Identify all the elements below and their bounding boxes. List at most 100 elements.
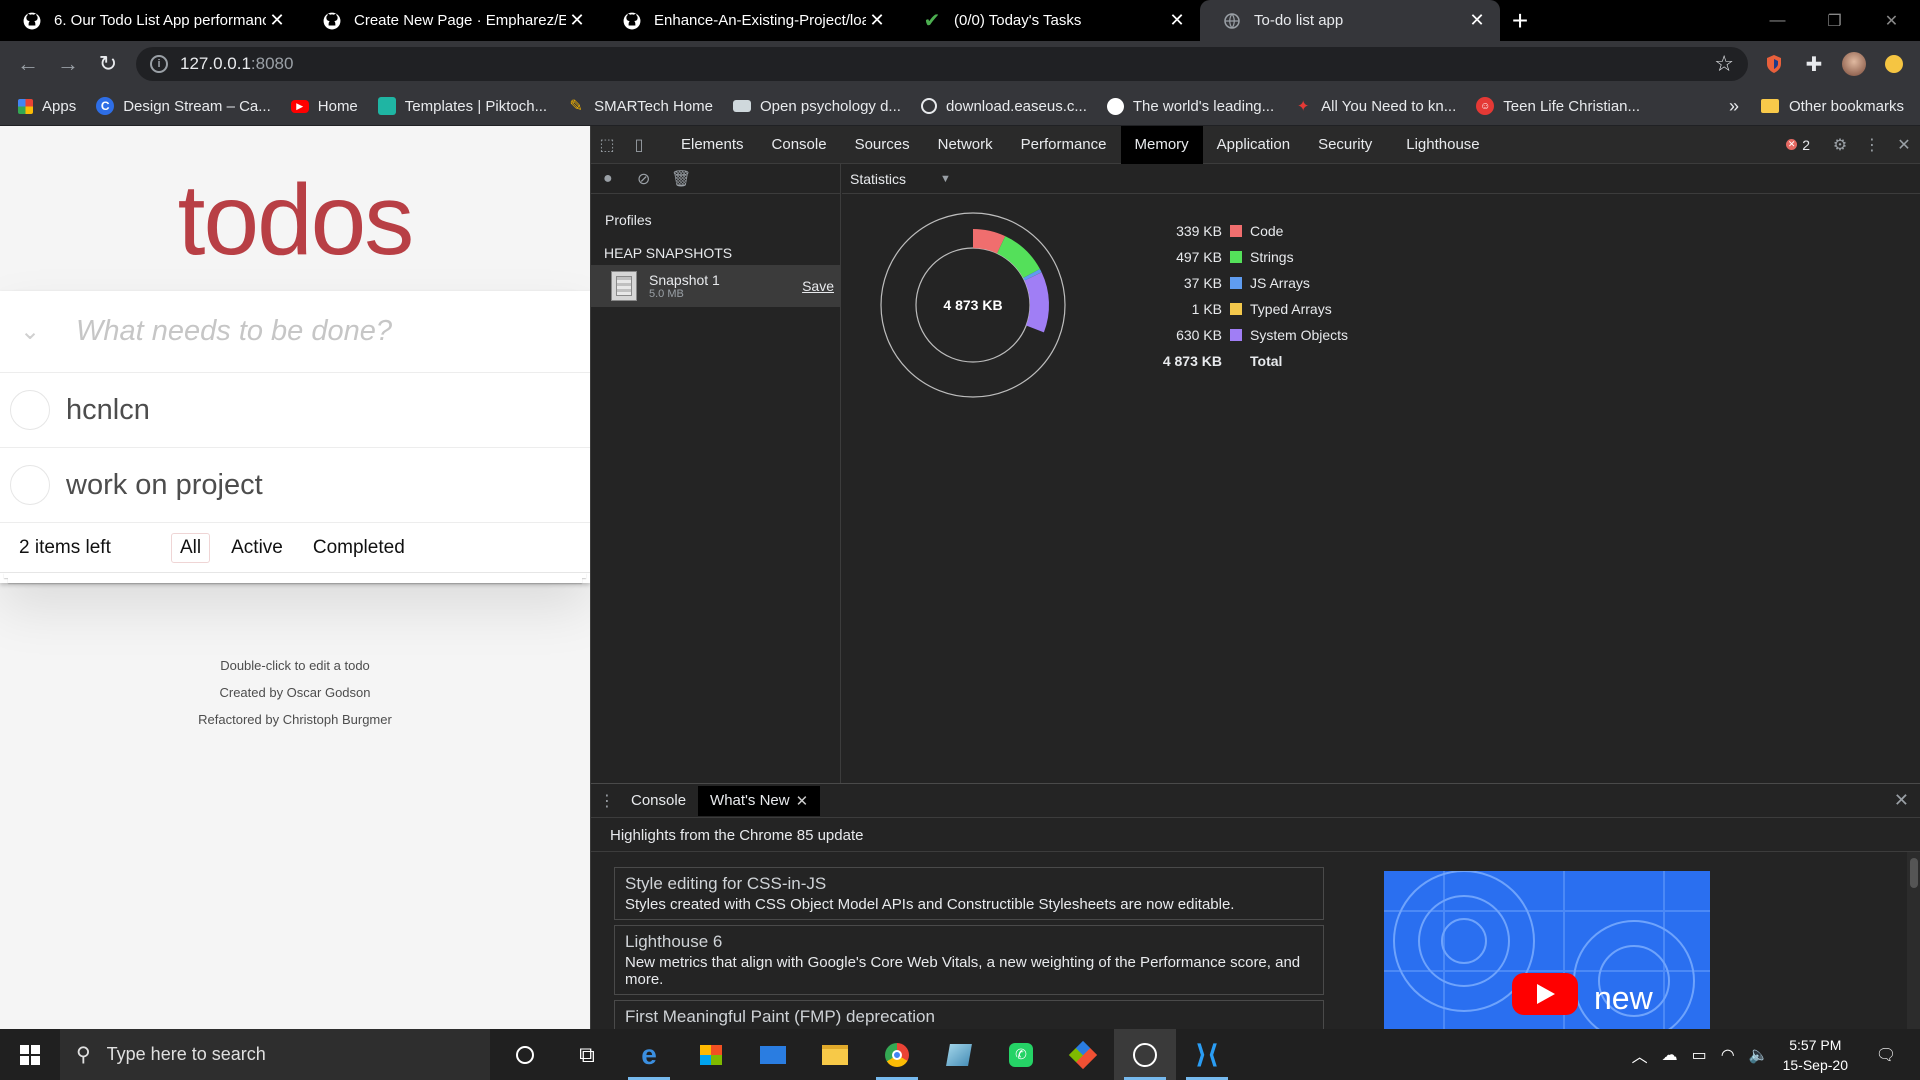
address-bar[interactable]: i 127.0.0.1:8080 ☆ (136, 47, 1748, 81)
action-center-icon[interactable]: 🗨 (1866, 1045, 1906, 1065)
task-view-icon[interactable]: ⧉ (556, 1029, 618, 1080)
drawer-menu-icon[interactable]: ⋮ (595, 786, 619, 816)
device-toolbar-icon[interactable]: ▯ (623, 126, 655, 164)
start-button[interactable] (0, 1029, 60, 1080)
filter-completed[interactable]: Completed (304, 533, 414, 563)
filter-all[interactable]: All (171, 532, 211, 563)
clock[interactable]: 5:57 PM 15-Sep-20 (1783, 1035, 1848, 1075)
store-icon[interactable] (680, 1029, 742, 1080)
chrome-icon[interactable] (866, 1029, 928, 1080)
drawer-tab-console[interactable]: Console (619, 786, 698, 816)
bookmark-item[interactable]: download.easeus.c... (920, 98, 1087, 115)
file-explorer-icon[interactable] (804, 1029, 866, 1080)
bookmarks-overflow-button[interactable]: » (1729, 96, 1739, 117)
url-host: 127.0.0.1 (180, 54, 251, 73)
legend-value: 4 873 KB (1162, 353, 1222, 369)
other-bookmarks[interactable]: Other bookmarks (1760, 98, 1904, 115)
whats-new-card[interactable]: Lighthouse 6 New metrics that align with… (614, 925, 1324, 995)
bookmark-item[interactable]: Templates | Piktoch... (377, 97, 547, 115)
drawer-tab-whats-new[interactable]: What's New ✕ (698, 785, 821, 816)
bookmark-star-icon[interactable]: ☆ (1714, 51, 1734, 77)
bookmark-item[interactable]: ☺ Teen Life Christian... (1476, 97, 1640, 115)
tab-sources[interactable]: Sources (841, 126, 924, 164)
bookmark-item[interactable]: ✎ SMARTech Home (567, 97, 713, 116)
snapshot-item[interactable]: Snapshot 1 5.0 MB Save (591, 265, 840, 307)
cortana-icon[interactable] (494, 1029, 556, 1080)
minimize-icon[interactable]: ― (1749, 0, 1806, 41)
browser-tab[interactable]: Create New Page · Empharez/Enh ✕ (300, 0, 600, 41)
error-count-badge[interactable]: ✕ 2 (1786, 137, 1810, 153)
whats-new-card[interactable]: First Meaningful Paint (FMP) deprecation (614, 1000, 1324, 1030)
bookmark-item[interactable]: The world's leading... (1106, 97, 1274, 115)
whatsapp-icon[interactable]: ✆ (990, 1029, 1052, 1080)
git-icon[interactable] (1052, 1029, 1114, 1080)
save-snapshot-link[interactable]: Save (802, 278, 834, 294)
todo-toggle-checkbox[interactable] (10, 390, 50, 430)
brave-shield-icon[interactable] (1754, 44, 1794, 84)
inspect-element-icon[interactable]: ⬚ (591, 126, 623, 164)
site-info-icon[interactable]: i (150, 55, 168, 73)
restore-icon[interactable]: ❐ (1806, 0, 1863, 41)
browser-tab[interactable]: Enhance-An-Existing-Project/loa ✕ (600, 0, 900, 41)
browser-tab[interactable]: ✔ (0/0) Today's Tasks ✕ (900, 0, 1200, 41)
vscode-icon[interactable]: ⟩⟨ (1176, 1029, 1238, 1080)
close-devtools-icon[interactable]: ✕ (1888, 126, 1920, 164)
record-icon[interactable]: ● (603, 170, 637, 188)
gear-icon[interactable]: ⚙ (1824, 126, 1856, 164)
back-icon[interactable]: ← (8, 44, 48, 84)
todo-item[interactable]: work on project (0, 448, 590, 523)
bookmark-item[interactable]: ✦ All You Need to kn... (1294, 97, 1456, 116)
battery-icon[interactable]: ▭ (1692, 1045, 1707, 1065)
bookmark-item[interactable]: C Design Stream – Ca... (96, 97, 271, 115)
tab-performance[interactable]: Performance (1007, 126, 1121, 164)
wifi-icon[interactable]: ◠ (1721, 1045, 1735, 1065)
tab-elements[interactable]: Elements (667, 126, 758, 164)
tab-lighthouse[interactable]: Lighthouse (1392, 126, 1493, 164)
bookmark-apps[interactable]: Apps (18, 98, 76, 115)
bookmark-item[interactable]: ▶ Home (290, 98, 358, 115)
todo-toggle-checkbox[interactable] (10, 465, 50, 505)
view-selector[interactable]: Statistics ▼ (842, 164, 1920, 194)
mail-icon[interactable] (742, 1029, 804, 1080)
forward-icon[interactable]: → (48, 44, 88, 84)
show-hidden-icons-icon[interactable]: ︿ (1632, 1043, 1648, 1067)
clear-icon[interactable]: ⊘ (637, 169, 671, 189)
toggle-all-chevron-icon[interactable]: ⌄ (0, 317, 60, 346)
whats-new-card[interactable]: Style editing for CSS-in-JS Styles creat… (614, 867, 1324, 920)
tab-security[interactable]: Security (1304, 126, 1386, 164)
onedrive-icon[interactable]: ☁ (1662, 1045, 1678, 1065)
taskbar-search[interactable]: ⚲ Type here to search (60, 1029, 490, 1080)
trash-icon[interactable]: 🗑 (671, 169, 705, 189)
whats-new-video-thumbnail[interactable]: new (1384, 871, 1710, 1031)
close-tab-icon[interactable]: ✕ (266, 10, 288, 31)
todo-item[interactable]: hcnlcn (0, 373, 590, 448)
obs-icon[interactable] (1114, 1029, 1176, 1080)
close-tab-icon[interactable]: ✕ (566, 10, 588, 31)
reload-icon[interactable]: ↻ (88, 44, 128, 84)
filter-active[interactable]: Active (222, 533, 292, 563)
extensions-puzzle-icon[interactable]: ✚ (1794, 44, 1834, 84)
notes-app-icon[interactable] (928, 1029, 990, 1080)
browser-tab[interactable]: 6. Our Todo List App performanc ✕ (0, 0, 300, 41)
update-indicator-icon[interactable] (1874, 44, 1914, 84)
tab-strip: 6. Our Todo List App performanc ✕ Create… (0, 0, 1920, 41)
bookmark-item[interactable]: Open psychology d... (733, 98, 901, 115)
tab-memory[interactable]: Memory (1120, 125, 1203, 164)
new-todo-input[interactable] (60, 315, 560, 348)
volume-icon[interactable]: 🔈 (1749, 1045, 1769, 1065)
close-tab-icon[interactable]: ✕ (796, 792, 809, 810)
close-window-icon[interactable]: ✕ (1863, 0, 1920, 41)
drawer-scrollbar[interactable] (1907, 852, 1920, 1030)
tab-application[interactable]: Application (1203, 126, 1304, 164)
edge-icon[interactable]: e (618, 1029, 680, 1080)
close-tab-icon[interactable]: ✕ (1166, 10, 1188, 31)
tab-console[interactable]: Console (758, 126, 841, 164)
close-tab-icon[interactable]: ✕ (1466, 10, 1488, 31)
new-tab-button[interactable]: + (1500, 0, 1540, 41)
close-tab-icon[interactable]: ✕ (866, 10, 888, 31)
close-drawer-icon[interactable]: ✕ (1894, 790, 1909, 811)
avatar[interactable] (1834, 44, 1874, 84)
more-options-icon[interactable]: ⋮ (1856, 126, 1888, 164)
tab-network[interactable]: Network (924, 126, 1007, 164)
browser-tab-active[interactable]: To-do list app ✕ (1200, 0, 1500, 41)
